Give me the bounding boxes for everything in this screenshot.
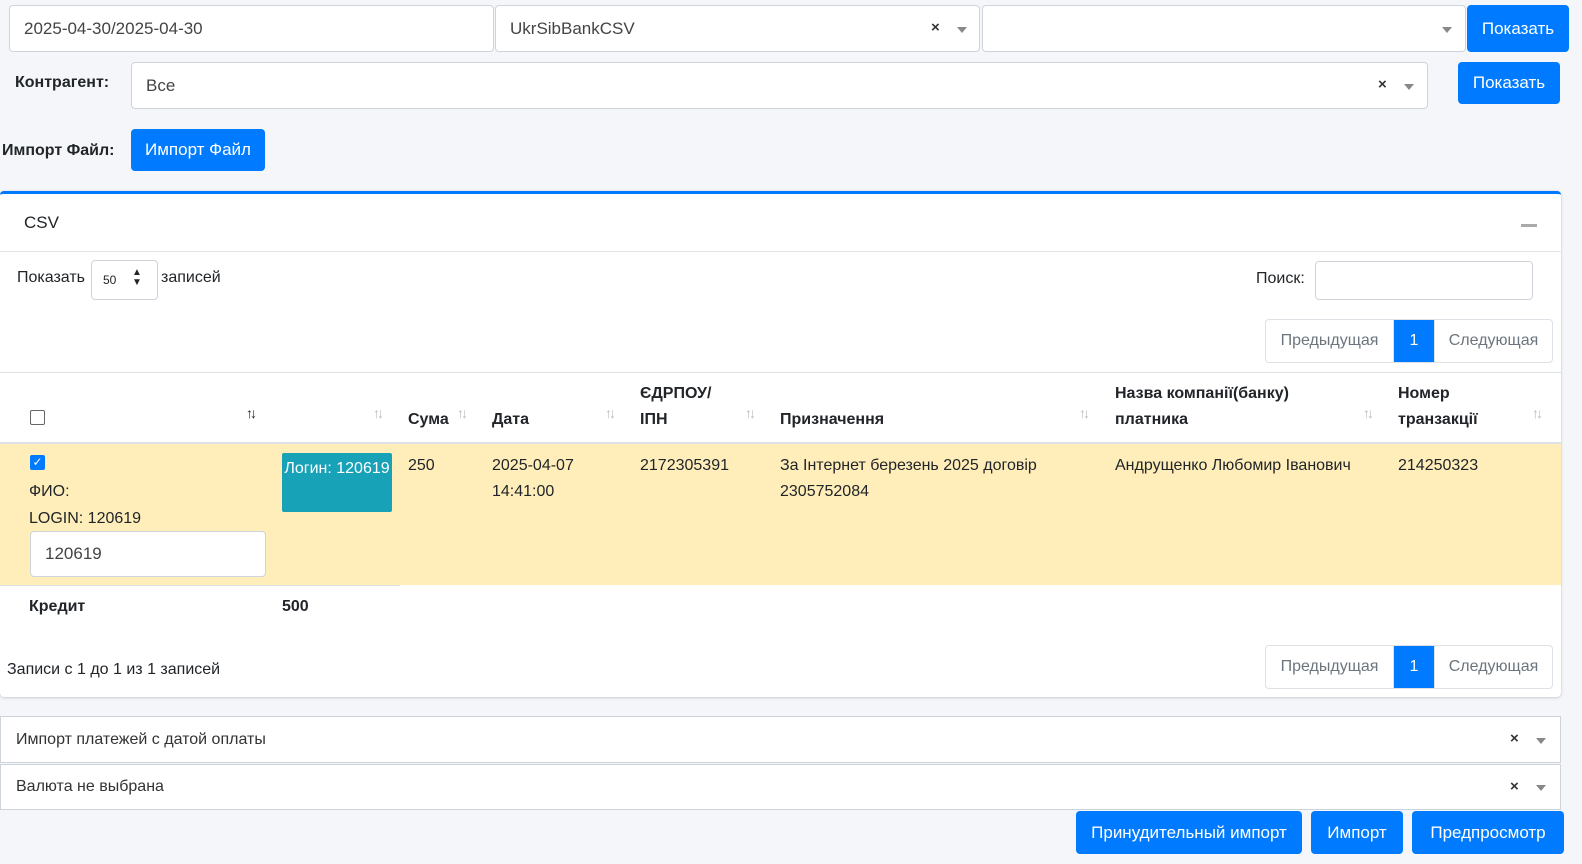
header-date[interactable]: Дата	[492, 407, 529, 433]
currency-select[interactable]: Валюта не выбрана ×	[0, 764, 1561, 810]
contractor-show-button[interactable]: Показать	[1458, 62, 1560, 104]
bank-format-value: UkrSibBankCSV	[510, 18, 635, 38]
footer-credit-value: 500	[282, 598, 309, 615]
page-1-button[interactable]: 1	[1394, 646, 1434, 688]
clear-icon[interactable]: ×	[1378, 76, 1387, 93]
cell-sum: 250	[408, 457, 435, 474]
sort-icon[interactable]: ↑↓	[1532, 405, 1543, 421]
contractor-value: Все	[146, 75, 176, 95]
previous-page-button[interactable]: Предыдущая	[1266, 320, 1394, 362]
length-select[interactable]: 50 ▲ ▼	[91, 260, 158, 300]
sort-icon[interactable]: ↑↓	[373, 405, 384, 421]
fio-label: ФИО:	[29, 483, 70, 500]
length-value: 50	[103, 273, 117, 287]
chevron-down-icon[interactable]	[1404, 84, 1414, 90]
chevron-down-icon[interactable]	[957, 27, 967, 33]
preview-button[interactable]: Предпросмотр	[1412, 811, 1564, 854]
page-1-button[interactable]: 1	[1394, 320, 1434, 362]
cell-edrpou: 2172305391	[640, 457, 729, 474]
import-file-label: Импорт Файл:	[2, 142, 115, 159]
card-title: CSV	[24, 213, 59, 232]
date-range-input[interactable]: 2025-04-30/2025-04-30	[9, 5, 494, 52]
cell-payer: Андрущенко Любомир Іванович	[1115, 457, 1351, 474]
cell-purpose: За Інтернет березень 2025 договір 230575…	[780, 457, 1037, 500]
table-row: ✓ ФИО: LOGIN: 120619 Логин: 120619 250 2…	[0, 444, 1561, 585]
footer-divider	[0, 585, 400, 586]
header-sum[interactable]: Сума	[408, 407, 449, 433]
import-mode-select[interactable]: Импорт платежей с датой оплаты ×	[0, 716, 1561, 763]
row-checkbox[interactable]: ✓	[30, 455, 45, 470]
login-button[interactable]: Логин: 120619	[282, 453, 392, 512]
contractor-label: Контрагент:	[15, 74, 110, 91]
collapse-icon[interactable]	[1521, 224, 1537, 227]
pagination-bottom: Предыдущая 1 Следующая	[1265, 645, 1553, 689]
third-select[interactable]	[982, 5, 1466, 52]
chevron-down-icon[interactable]	[1536, 785, 1546, 791]
search-label: Поиск:	[1256, 270, 1305, 287]
footer-credit-label: Кредит	[29, 598, 86, 615]
length-prefix: Показать	[17, 269, 86, 286]
import-file-button[interactable]: Импорт Файл	[131, 129, 265, 171]
import-button[interactable]: Импорт	[1311, 811, 1403, 854]
import-mode-value: Импорт платежей с датой оплаты	[16, 730, 266, 748]
card-header-divider	[0, 251, 1561, 252]
sort-icon[interactable]: ↑↓	[1363, 405, 1374, 421]
next-page-button[interactable]: Следующая	[1434, 646, 1552, 688]
header-purpose[interactable]: Призначення	[780, 407, 884, 433]
force-import-button[interactable]: Принудительный импорт	[1076, 811, 1302, 854]
previous-page-button[interactable]: Предыдущая	[1266, 646, 1394, 688]
search-input[interactable]	[1315, 261, 1533, 300]
clear-icon[interactable]: ×	[931, 19, 940, 36]
header-payer[interactable]: Назва компанії(банку) платника	[1115, 381, 1315, 433]
cell-transaction: 214250323	[1398, 457, 1479, 474]
currency-value: Валюта не выбрана	[16, 778, 164, 795]
clear-icon[interactable]: ×	[1510, 778, 1519, 795]
sort-arrows-icon: ▲ ▼	[132, 267, 142, 288]
cell-date: 2025-04-07 14:41:00	[492, 457, 574, 500]
next-page-button[interactable]: Следующая	[1434, 320, 1552, 362]
header-transaction[interactable]: Номер транзакції	[1398, 381, 1498, 433]
show-button[interactable]: Показать	[1467, 5, 1569, 52]
bank-format-select[interactable]: UkrSibBankCSV ×	[495, 5, 980, 52]
login-text: LOGIN: 120619	[29, 510, 142, 527]
chevron-down-icon[interactable]	[1442, 27, 1452, 33]
clear-icon[interactable]: ×	[1510, 730, 1519, 747]
sort-icon[interactable]: ↑↓	[745, 405, 756, 421]
header-edrpou[interactable]: ЄДРПОУ/ ІПН	[640, 381, 730, 433]
sort-asc-icon[interactable]: ↑↓	[246, 405, 257, 421]
chevron-down-icon[interactable]	[1536, 738, 1546, 744]
pagination-top: Предыдущая 1 Следующая	[1265, 319, 1553, 363]
sort-icon[interactable]: ↑↓	[605, 405, 616, 421]
records-info: Записи с 1 до 1 из 1 записей	[7, 661, 221, 678]
select-all-checkbox[interactable]	[30, 410, 45, 425]
table-top-border	[0, 372, 1561, 373]
sort-icon[interactable]: ↑↓	[1079, 405, 1090, 421]
login-input[interactable]	[30, 531, 266, 577]
contractor-select[interactable]: Все ×	[131, 62, 1428, 109]
sort-icon[interactable]: ↑↓	[457, 405, 468, 421]
length-suffix: записей	[161, 269, 221, 286]
csv-card: CSV Показать 50 ▲ ▼ записей Поиск: Предыд…	[0, 191, 1561, 697]
date-range-value: 2025-04-30/2025-04-30	[24, 18, 203, 38]
